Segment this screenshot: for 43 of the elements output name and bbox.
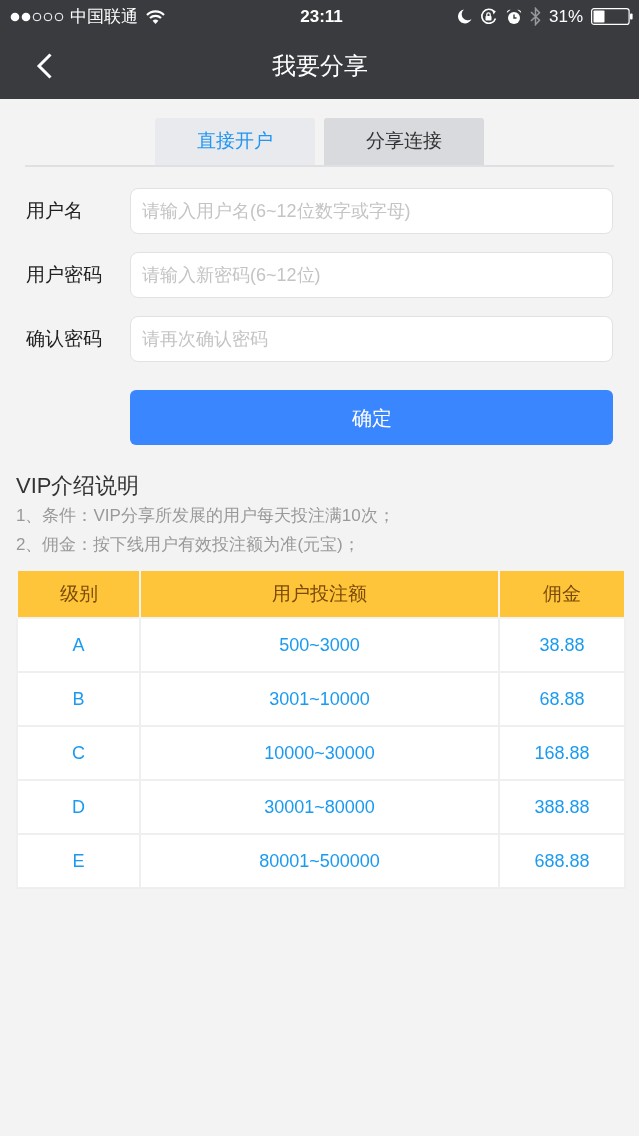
rule-text: 2、佣金：按下线用户有效投注额为准(元宝)； xyxy=(16,534,361,556)
table-cell: 500~3000 xyxy=(140,618,499,672)
carrier-name: 中国联通 xyxy=(70,5,138,28)
input-field[interactable]: 请再次确认密码 xyxy=(130,316,613,362)
table-cell: C xyxy=(17,726,140,780)
section-title: VIP介绍说明 xyxy=(16,472,141,500)
signal-strength-icon xyxy=(10,11,66,22)
alarm-clock-icon xyxy=(506,8,522,25)
column-header: 级别 xyxy=(17,571,140,618)
rule-text: 1、条件：VIP分享所发展的用户每天投注满10次； xyxy=(16,505,396,527)
tab[interactable]: 直接开户 xyxy=(155,118,315,165)
battery-icon xyxy=(591,8,633,25)
back-button[interactable] xyxy=(36,53,53,79)
table-cell: A xyxy=(17,618,140,672)
moon-icon xyxy=(458,9,472,24)
table-cell: E xyxy=(17,834,140,888)
bluetooth-icon xyxy=(530,7,541,26)
table-cell: D xyxy=(17,780,140,834)
table-cell: B xyxy=(17,672,140,726)
table-cell: 68.88 xyxy=(499,672,625,726)
table-cell: 30001~80000 xyxy=(140,780,499,834)
input-field[interactable]: 请输入新密码(6~12位) xyxy=(130,252,613,298)
column-header: 佣金 xyxy=(499,571,625,618)
field-label: 用户密码 xyxy=(26,262,103,287)
tab[interactable]: 分享连接 xyxy=(324,118,484,165)
table-cell: 388.88 xyxy=(499,780,625,834)
table-cell: 38.88 xyxy=(499,618,625,672)
confirm-button[interactable]: 确定 xyxy=(130,390,613,445)
table-cell: 168.88 xyxy=(499,726,625,780)
page-title: 我要分享 xyxy=(271,51,368,81)
battery-percentage: 31% xyxy=(549,5,583,28)
field-label: 确认密码 xyxy=(26,326,103,351)
table-cell: 10000~30000 xyxy=(140,726,499,780)
table-cell: 688.88 xyxy=(499,834,625,888)
back-chevron-icon xyxy=(36,53,53,79)
rotation-lock-icon xyxy=(480,8,498,25)
wifi-icon xyxy=(146,9,165,24)
clock-time: 23:11 xyxy=(300,5,343,28)
field-label: 用户名 xyxy=(26,198,84,223)
input-field[interactable]: 请输入用户名(6~12位数字或字母) xyxy=(130,188,613,234)
table-cell: 3001~10000 xyxy=(140,672,499,726)
table-cell: 80001~500000 xyxy=(140,834,499,888)
column-header: 用户投注额 xyxy=(140,571,499,618)
